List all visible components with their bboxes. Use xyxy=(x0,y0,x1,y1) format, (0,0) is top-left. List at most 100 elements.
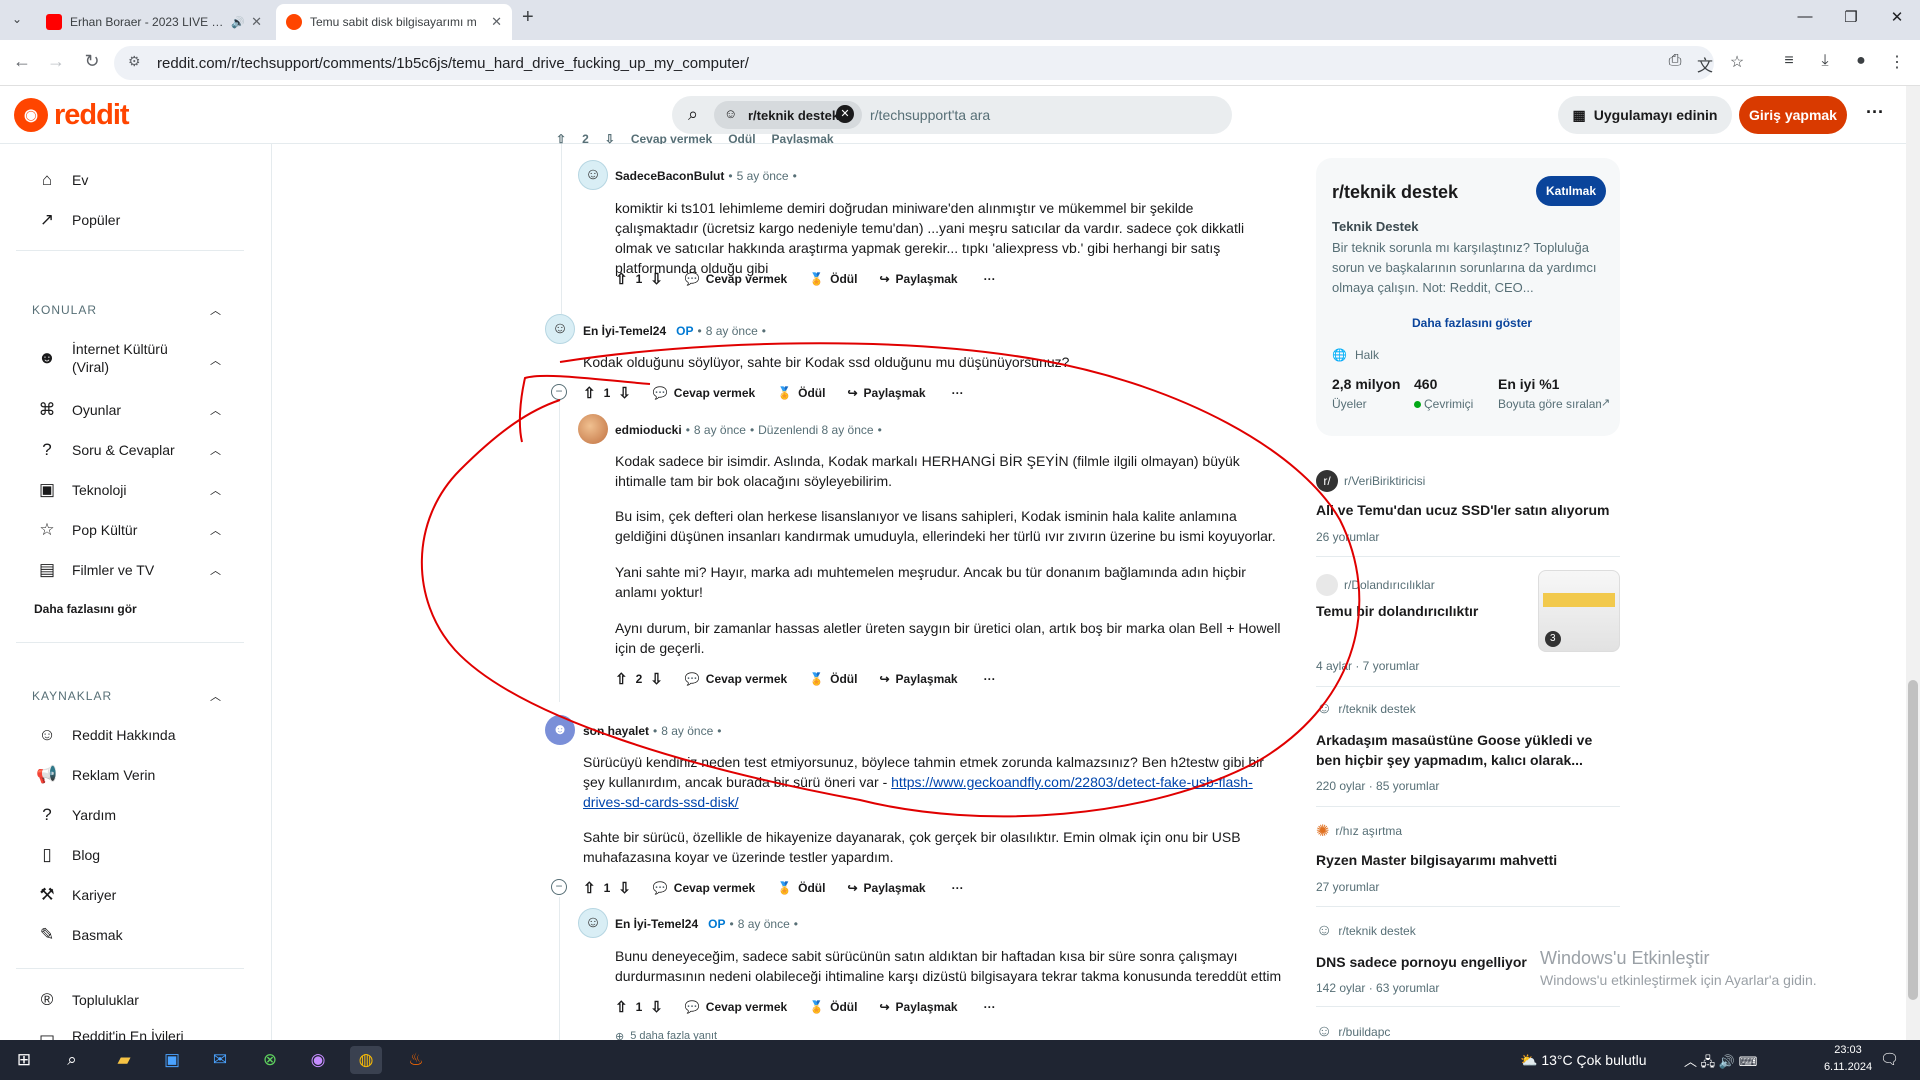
nav-best-of[interactable]: ▭ Reddit'in En İyileri xyxy=(36,1028,184,1040)
related-post-title[interactable]: Temu bir dolandırıcılıktır xyxy=(1316,601,1536,621)
profile-avatar-icon[interactable]: ● xyxy=(1850,52,1872,70)
file-explorer-icon[interactable]: ▰ xyxy=(108,1046,140,1074)
nav-topic-internet-culture[interactable]: ☻ İnternet Kültürü (Viral) xyxy=(36,340,216,376)
reddit-logo-icon[interactable]: ◉ xyxy=(14,98,48,132)
share-button[interactable]: Paylaşmak xyxy=(896,672,958,686)
chevron-up-icon[interactable]: ︿ xyxy=(1684,1054,1697,1069)
upvote-icon[interactable]: ⇧ xyxy=(583,879,596,897)
nav-item-popular[interactable]: ↗ Popüler xyxy=(36,210,120,230)
join-button[interactable]: Katılmak xyxy=(1536,176,1606,206)
comment-time[interactable]: 5 ay önce xyxy=(737,169,789,183)
scrollbar-thumb[interactable] xyxy=(1908,680,1918,1000)
app-icon[interactable]: ◉ xyxy=(302,1046,334,1074)
chrome-menu-icon[interactable]: ⋮ xyxy=(1886,52,1908,72)
comment-time[interactable]: 8 ay önce xyxy=(694,423,746,437)
award-button[interactable]: Ödül xyxy=(798,881,825,895)
resources-header[interactable]: KAYNAKLAR xyxy=(32,689,112,703)
nav-resource-careers[interactable]: ⚒ Kariyer xyxy=(36,885,116,905)
nav-resource-help[interactable]: ? Yardım xyxy=(36,805,116,825)
community-name[interactable]: r/teknik destek xyxy=(1332,182,1458,203)
back-arrow-icon[interactable]: ← xyxy=(10,51,34,72)
notification-icon[interactable]: 🗨 xyxy=(1880,1050,1899,1068)
see-more-link[interactable]: Daha fazlasını gör xyxy=(34,602,137,616)
chevron-up-icon[interactable]: ︿ xyxy=(210,482,221,498)
post-thumbnail[interactable]: 3 xyxy=(1538,570,1620,652)
chevron-up-icon[interactable]: ︿ xyxy=(210,522,221,538)
related-post-subreddit[interactable]: ☺ r/teknik destek xyxy=(1316,700,1416,718)
nav-resource-press[interactable]: ✎ Basmak xyxy=(36,925,123,945)
login-button[interactable]: Giriş yapmak xyxy=(1739,96,1847,134)
avatar[interactable]: ☺ xyxy=(545,314,575,344)
nav-topic-games[interactable]: ⌘ Oyunlar xyxy=(36,400,122,420)
store-icon[interactable]: ▣ xyxy=(156,1046,188,1074)
overflow-menu-icon[interactable]: ··· xyxy=(1866,102,1884,123)
share-button[interactable]: Paylaşmak xyxy=(864,881,926,895)
mail-icon[interactable]: ✉ xyxy=(204,1046,236,1074)
comment-time[interactable]: 8 ay önce xyxy=(706,324,758,338)
translate-icon[interactable]: 文 xyxy=(1694,52,1716,76)
more-options-icon[interactable]: ··· xyxy=(984,1000,996,1014)
related-post-subreddit[interactable]: ☺ r/teknik destek xyxy=(1316,922,1416,940)
chevron-up-icon[interactable]: ︿ xyxy=(210,562,221,578)
downvote-icon[interactable]: ⇩ xyxy=(605,134,615,144)
related-post-subreddit[interactable]: r/ r/VeriBiriktiricisi xyxy=(1316,470,1425,492)
clock-time[interactable]: 23:03 xyxy=(1818,1044,1878,1056)
external-link-icon[interactable]: ↗ xyxy=(1601,396,1610,409)
clock-date[interactable]: 6.11.2024 xyxy=(1818,1061,1878,1073)
game-app-icon[interactable]: ♨ xyxy=(400,1046,432,1074)
avatar[interactable]: ☻ xyxy=(545,715,575,745)
close-window-icon[interactable]: ✕ xyxy=(1882,8,1912,26)
avatar[interactable]: ☺ xyxy=(578,160,608,190)
bookmark-star-icon[interactable]: ☆ xyxy=(1726,52,1748,72)
topics-header[interactable]: KONULAR xyxy=(32,303,97,317)
related-post-title[interactable]: Ryzen Master bilgisayarımı mahvetti xyxy=(1316,850,1616,870)
avatar[interactable]: ☺ xyxy=(578,908,608,938)
nav-topic-pop-culture[interactable]: ☆ Pop Kültür xyxy=(36,520,137,540)
site-info-icon[interactable]: ⚙ xyxy=(128,53,141,70)
reddit-wordmark[interactable]: reddit xyxy=(54,99,130,132)
volume-icon[interactable]: 🔊 xyxy=(1719,1054,1735,1069)
reply-button[interactable]: Cevap vermek xyxy=(631,134,712,144)
media-control-icon[interactable]: ≡ xyxy=(1778,52,1800,70)
share-button[interactable]: Paylaşmak xyxy=(772,134,834,144)
award-button[interactable]: Ödül xyxy=(830,672,857,686)
comment-author[interactable]: SadeceBaconBulut xyxy=(615,169,724,183)
more-options-icon[interactable]: ··· xyxy=(984,272,996,286)
more-options-icon[interactable]: ··· xyxy=(984,672,996,686)
chevron-up-icon[interactable]: ︿ xyxy=(210,352,221,368)
comment-author[interactable]: edmioducki xyxy=(615,423,682,437)
related-post-subreddit[interactable]: r/Dolandırıcılıklar xyxy=(1316,574,1435,596)
related-post-subreddit[interactable]: ✺ r/hız aşırtma xyxy=(1316,821,1402,841)
clear-chip-icon[interactable]: ✕ xyxy=(836,105,854,123)
restore-icon[interactable]: ❐ xyxy=(1836,8,1866,26)
close-tab-icon[interactable]: ✕ xyxy=(491,14,502,30)
avatar[interactable] xyxy=(578,414,608,444)
download-icon[interactable]: ⤓ xyxy=(1814,52,1836,70)
downvote-icon[interactable]: ⇩ xyxy=(650,998,663,1016)
browser-tab-youtube[interactable]: Erhan Boraer - 2023 LIVE SE 🔊 ✕ xyxy=(36,4,272,40)
award-button[interactable]: Ödül xyxy=(728,134,755,144)
award-button[interactable]: Ödül xyxy=(830,272,857,286)
award-button[interactable]: Ödül xyxy=(798,386,825,400)
get-app-button[interactable]: ▦ Uygulamayı edinin xyxy=(1558,96,1732,134)
chevron-up-icon[interactable]: ︿ xyxy=(210,402,221,418)
comment-time[interactable]: 8 ay önce xyxy=(738,917,790,931)
url-text[interactable]: reddit.com/r/techsupport/comments/1b5c6j… xyxy=(157,55,749,72)
nav-resource-advertise[interactable]: 📢 Reklam Verin xyxy=(36,765,155,785)
upvote-icon[interactable]: ⇧ xyxy=(583,384,596,402)
chevron-up-icon[interactable]: ︿ xyxy=(210,442,221,458)
close-tab-icon[interactable]: ✕ xyxy=(251,14,262,30)
upvote-icon[interactable]: ⇧ xyxy=(615,998,628,1016)
comment-author[interactable]: son hayalet xyxy=(583,724,649,738)
nav-topic-movies-tv[interactable]: ▤ Filmler ve TV xyxy=(36,560,154,580)
chrome-icon[interactable]: ◍ xyxy=(350,1046,382,1074)
chevron-up-icon[interactable]: ︿ xyxy=(210,688,221,704)
more-options-icon[interactable]: ··· xyxy=(952,881,964,895)
reply-button[interactable]: Cevap vermek xyxy=(706,1000,787,1014)
related-post-title[interactable]: Arkadaşım masaüstüne Goose yükledi ve be… xyxy=(1316,730,1616,770)
downvote-icon[interactable]: ⇩ xyxy=(618,879,631,897)
nav-resource-blog[interactable]: ▯ Blog xyxy=(36,845,100,865)
nav-item-home[interactable]: ⌂ Ev xyxy=(36,170,88,190)
share-button[interactable]: Paylaşmak xyxy=(896,272,958,286)
nav-topic-qa[interactable]: ? Soru & Cevaplar xyxy=(36,440,174,460)
